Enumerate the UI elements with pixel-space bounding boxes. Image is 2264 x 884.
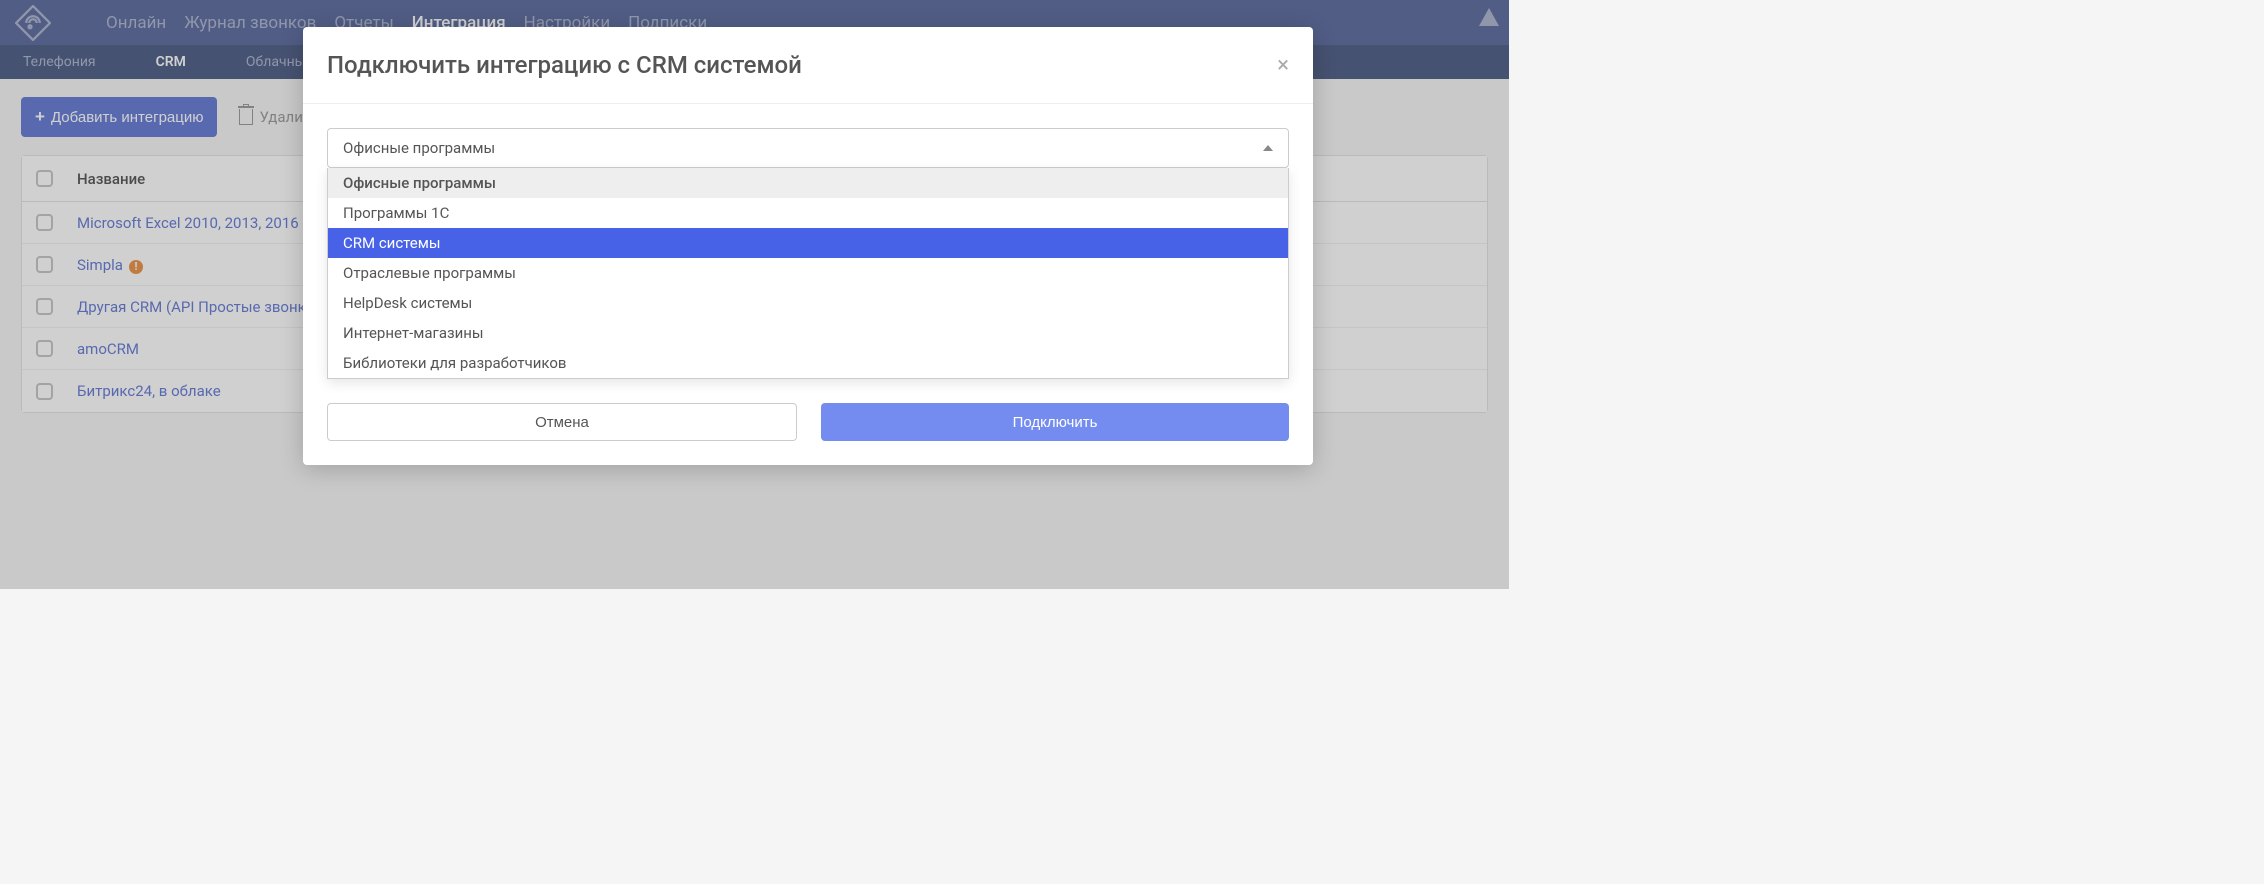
modal-title: Подключить интеграцию с CRM системой <box>327 51 802 79</box>
category-select-label: Офисные программы <box>343 139 495 157</box>
modal-body: Офисные программы Офисные программыПрогр… <box>303 104 1313 403</box>
dropdown-option[interactable]: Библиотеки для разработчиков <box>328 348 1288 378</box>
modal-footer: Отмена Подключить <box>303 403 1313 465</box>
category-dropdown: Офисные программыПрограммы 1СCRM системы… <box>327 168 1289 379</box>
dropdown-option[interactable]: HelpDesk системы <box>328 288 1288 318</box>
cancel-button[interactable]: Отмена <box>327 403 797 441</box>
close-icon[interactable]: × <box>1277 53 1289 78</box>
dropdown-option[interactable]: Интернет-магазины <box>328 318 1288 348</box>
dropdown-option[interactable]: CRM системы <box>328 228 1288 258</box>
dropdown-option[interactable]: Офисные программы <box>328 168 1288 198</box>
dropdown-option[interactable]: Программы 1С <box>328 198 1288 228</box>
category-select[interactable]: Офисные программы <box>327 128 1289 168</box>
chevron-up-icon <box>1263 145 1273 151</box>
modal-header: Подключить интеграцию с CRM системой × <box>303 27 1313 104</box>
connect-button[interactable]: Подключить <box>821 403 1289 441</box>
dropdown-option[interactable]: Отраслевые программы <box>328 258 1288 288</box>
connect-integration-modal: Подключить интеграцию с CRM системой × О… <box>303 27 1313 465</box>
